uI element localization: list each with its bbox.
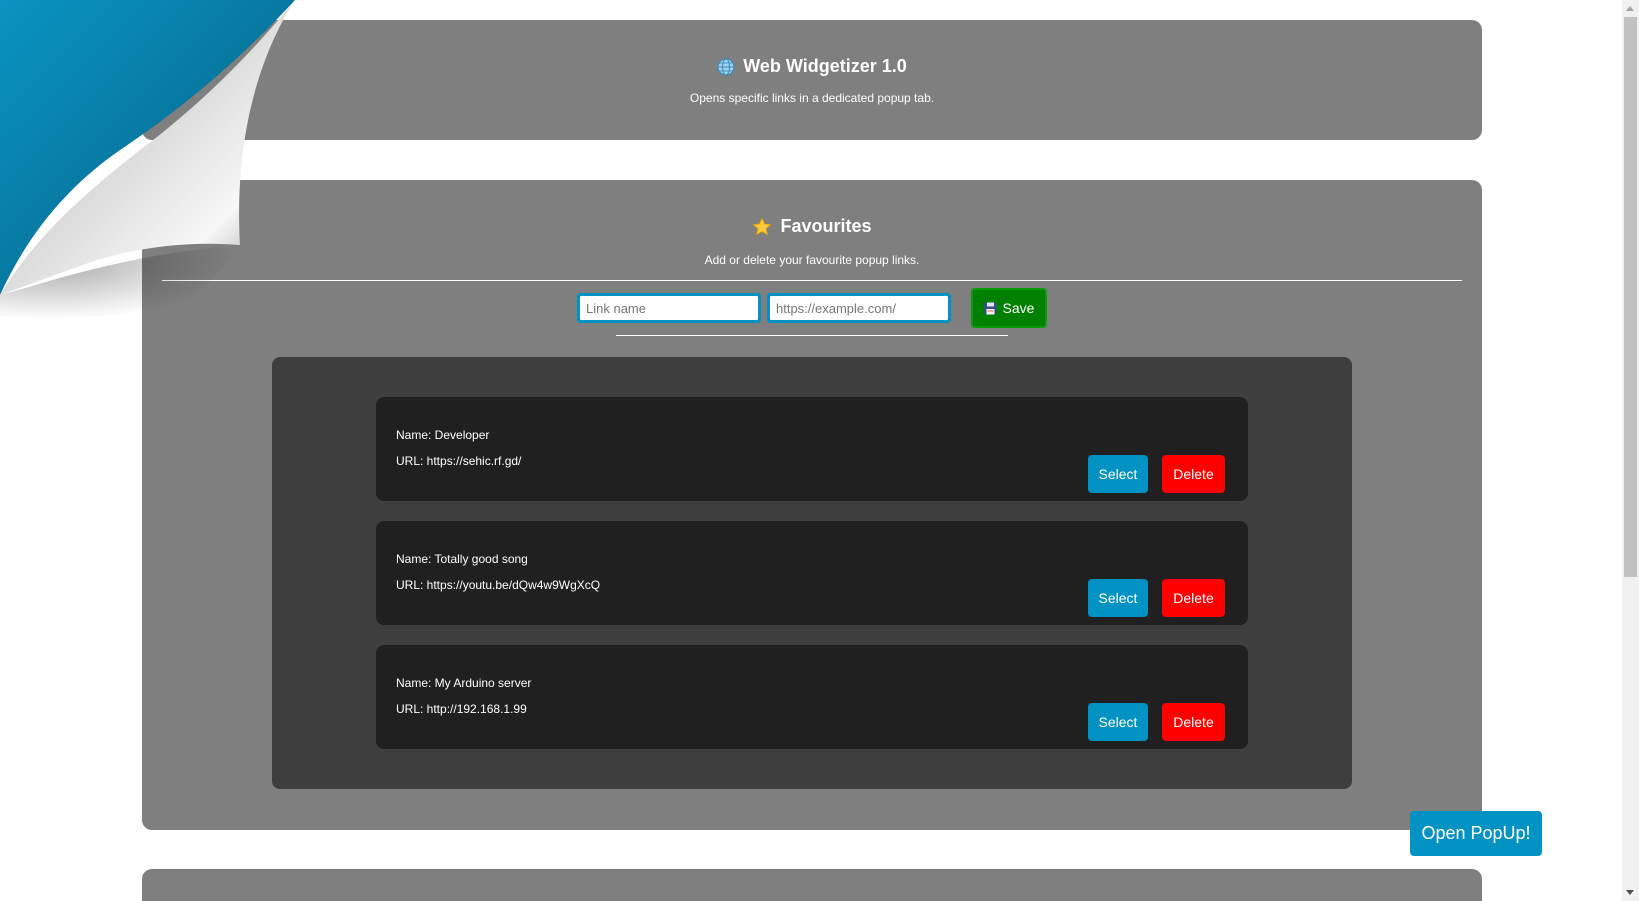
save-button[interactable]: Save	[971, 288, 1047, 328]
list-item: Name: My Arduino server URL: http://192.…	[376, 645, 1248, 749]
globe-icon	[717, 58, 735, 75]
open-popup-button[interactable]: Open PopUp!	[1410, 811, 1542, 856]
app-subtitle: Opens specific links in a dedicated popu…	[689, 91, 935, 105]
app-title: Web Widgetizer 1.0	[142, 56, 1482, 77]
link-name-input[interactable]	[577, 293, 761, 323]
favourites-panel: Favourites Add or delete your favourite …	[142, 180, 1482, 830]
favourites-title-text: Favourites	[780, 216, 872, 236]
list-item: Name: Developer URL: https://sehic.rf.gd…	[376, 397, 1248, 501]
favourites-list: Name: Developer URL: https://sehic.rf.gd…	[272, 357, 1352, 789]
header-panel: Web Widgetizer 1.0 Opens specific links …	[142, 20, 1482, 140]
delete-button[interactable]: Delete	[1162, 579, 1225, 617]
item-name: Name: My Arduino server	[396, 676, 532, 690]
item-url: URL: http://192.168.1.99	[396, 702, 527, 716]
item-url: URL: https://youtu.be/dQw4w9WgXcQ	[396, 578, 601, 592]
vertical-scrollbar[interactable]	[1622, 0, 1639, 901]
select-button[interactable]: Select	[1088, 455, 1148, 493]
divider	[162, 280, 1462, 281]
scrollbar-thumb[interactable]	[1624, 17, 1637, 577]
link-url-input[interactable]	[767, 293, 951, 323]
favourites-title: Favourites	[142, 216, 1482, 237]
next-panel	[142, 869, 1482, 901]
item-name: Name: Totally good song	[396, 552, 528, 566]
select-button[interactable]: Select	[1088, 579, 1148, 617]
scroll-up-arrow-icon[interactable]	[1626, 6, 1634, 11]
delete-button[interactable]: Delete	[1162, 703, 1225, 741]
select-button[interactable]: Select	[1088, 703, 1148, 741]
list-item: Name: Totally good song URL: https://you…	[376, 521, 1248, 625]
app-title-text: Web Widgetizer 1.0	[743, 56, 907, 76]
add-link-form: Save	[142, 288, 1482, 328]
delete-button[interactable]: Delete	[1162, 455, 1225, 493]
favourites-subtitle: Add or delete your favourite popup links…	[704, 253, 920, 267]
item-name: Name: Developer	[396, 428, 490, 442]
save-button-label: Save	[1002, 300, 1035, 316]
floppy-disk-icon	[984, 302, 997, 314]
star-icon	[753, 217, 772, 235]
scroll-down-arrow-icon[interactable]	[1626, 890, 1634, 895]
item-url: URL: https://sehic.rf.gd/	[396, 454, 522, 468]
divider	[616, 335, 1008, 336]
